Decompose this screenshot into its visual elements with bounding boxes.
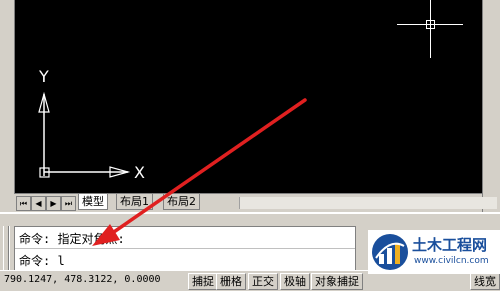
prev-tab-icon[interactable]: ◀: [31, 196, 46, 211]
vertical-scrollbar[interactable]: [482, 0, 500, 212]
layout-tab-strip: ⏮ ◀ ▶ ⏭ 模型 布局1 布局2: [14, 193, 497, 213]
command-history-line: 命令: 指定对角点:: [19, 232, 125, 246]
watermark-name: 土木工程网: [412, 236, 488, 254]
last-tab-icon[interactable]: ⏭: [61, 196, 76, 211]
command-divider: [15, 248, 355, 249]
drawing-canvas[interactable]: Y X: [0, 0, 500, 193]
crosshair-cursor-vertical: [430, 0, 431, 58]
watermark-url: www.civilcn.com: [414, 256, 489, 266]
ucs-y-label: Y: [38, 67, 49, 86]
snap-button[interactable]: 捕捉: [188, 273, 218, 290]
watermark: 土木工程网 www.civilcn.com: [368, 230, 500, 274]
command-history[interactable]: 命令: 指定对角点: 命令: l: [14, 226, 356, 272]
command-input[interactable]: 命令: l: [19, 252, 65, 269]
polar-button[interactable]: 极轴: [280, 273, 310, 290]
tab-layout2[interactable]: 布局2: [163, 194, 200, 210]
lineweight-button[interactable]: 线宽: [470, 273, 500, 290]
first-tab-icon[interactable]: ⏮: [16, 196, 31, 211]
ortho-button[interactable]: 正交: [248, 273, 278, 290]
watermark-logo-icon: [372, 234, 408, 270]
tab-layout1[interactable]: 布局1: [116, 194, 153, 210]
osnap-button[interactable]: 对象捕捉: [311, 273, 363, 290]
ucs-x-label: X: [134, 163, 145, 182]
coordinate-readout: 790.1247, 478.3122, 0.0000: [4, 274, 161, 285]
grid-button[interactable]: 栅格: [216, 273, 246, 290]
crosshair-pickbox: [426, 20, 435, 29]
canvas-left-border: [0, 0, 15, 193]
horizontal-scrollbar[interactable]: [239, 197, 497, 209]
next-tab-icon[interactable]: ▶: [46, 196, 61, 211]
tab-model[interactable]: 模型: [78, 194, 108, 210]
ucs-icon: Y X: [38, 67, 145, 182]
